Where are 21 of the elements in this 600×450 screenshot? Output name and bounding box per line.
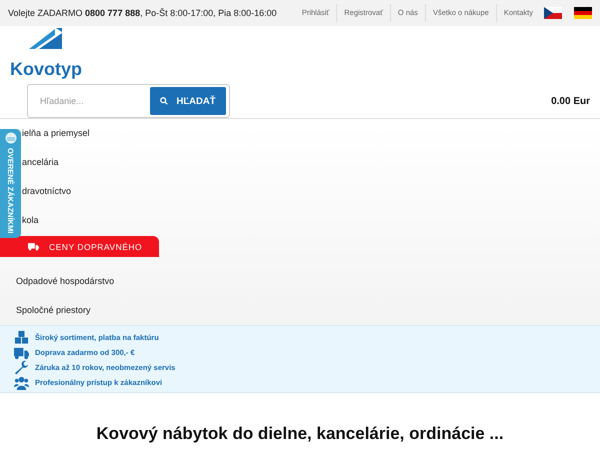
german-flag-icon[interactable] [574, 7, 592, 19]
category-link[interactable]: kola [22, 206, 39, 235]
boxes-icon [14, 330, 29, 345]
category-link[interactable]: ancelária [22, 148, 59, 177]
phone-info: Volejte ZADARMO 0800 777 888, Po-Št 8:00-17:00, Pia 8:00-16:00 [8, 8, 277, 18]
search-button[interactable]: HĽADAŤ [150, 87, 226, 115]
czech-flag-icon[interactable] [544, 7, 562, 19]
category-link[interactable]: dravotníctvo [22, 177, 72, 206]
category-link[interactable]: Odpadové hospodárstvo [0, 267, 114, 296]
category-link[interactable]: Spoločné priestory [0, 296, 91, 325]
logo-text[interactable]: Kovotyp [10, 58, 82, 80]
truck-icon [28, 242, 39, 251]
search-icon [160, 97, 168, 105]
truck-icon [14, 345, 29, 360]
wrench-icon [14, 360, 29, 375]
shipping-prices-button[interactable]: CENY DOPRAVNÉHO [0, 236, 159, 257]
category-link[interactable]: ielňa a priemysel [22, 119, 90, 148]
cart-total[interactable]: 0.00 Eur [551, 96, 590, 106]
people-icon [14, 375, 29, 390]
page-heading: Kovový nábytok do dielne, kancelárie, ordinácie ... [95, 423, 505, 445]
search-field[interactable]: Hľadanie... HĽADAŤ [27, 84, 230, 118]
